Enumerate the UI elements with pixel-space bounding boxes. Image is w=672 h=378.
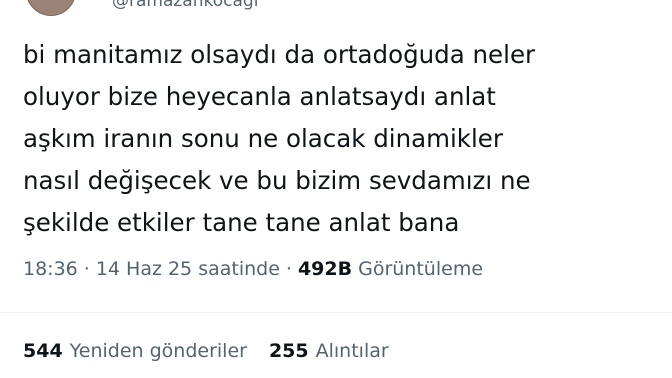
- avatar[interactable]: [26, 0, 76, 16]
- views-count: 492B: [297, 258, 353, 280]
- retweets-stat[interactable]: 544 Yeniden gönderiler: [23, 340, 247, 362]
- tweet-time[interactable]: 18:36: [23, 258, 78, 280]
- tweet-text-line: nasıl değişecek ve bu bizim sevdamızı ne: [23, 166, 531, 195]
- retweets-count: 544: [23, 340, 63, 362]
- tweet-meta: 18:36 · 14 Haz 25 saatinde · 492B Görünt…: [23, 258, 483, 280]
- tweet-date[interactable]: 14 Haz 25 saatinde: [96, 258, 280, 280]
- tweet-text-line: bi manitamız olsaydı da ortadoğuda neler: [23, 40, 536, 69]
- tweet-text-line: oluyor bize heyecanla anlatsaydı anlat: [23, 82, 496, 111]
- views-label: Görüntüleme: [358, 258, 484, 280]
- tweet-text-line: aşkım iranın sonu ne olacak dinamikler: [23, 124, 503, 153]
- quotes-count: 255: [268, 340, 309, 362]
- meta-separator: ·: [83, 258, 90, 280]
- author-handle[interactable]: @ramazankocagi: [112, 0, 258, 11]
- tweet-text-line: şekilde etkiler tane tane anlat bana: [23, 208, 460, 237]
- quotes-stat[interactable]: 255 Alıntılar: [269, 340, 389, 362]
- engagement-stats: 544 Yeniden gönderiler 255 Alıntılar: [23, 340, 411, 362]
- meta-separator: ·: [285, 258, 292, 280]
- tweet-text: bi manitamız olsaydı da ortadoğuda neler…: [23, 34, 663, 244]
- quotes-label: Alıntılar: [315, 340, 389, 362]
- divider: [0, 312, 672, 313]
- retweets-label: Yeniden gönderiler: [69, 340, 247, 362]
